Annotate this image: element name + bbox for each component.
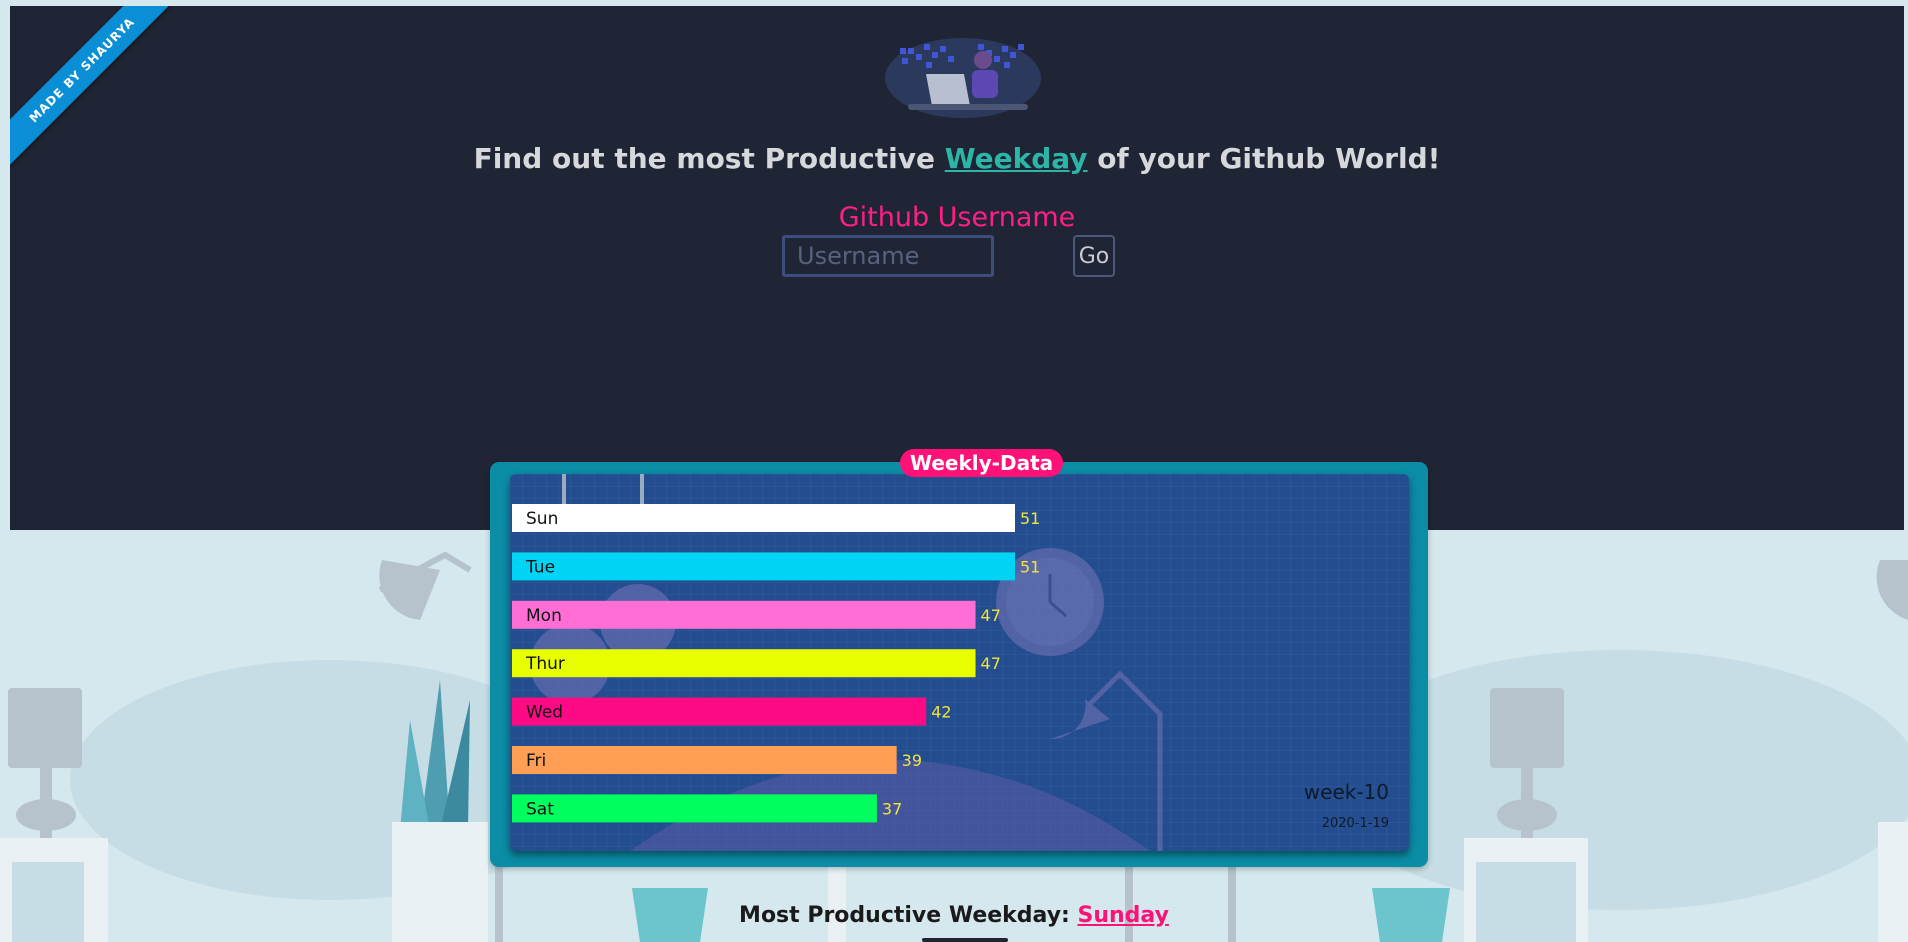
bar-tue <box>512 552 1015 581</box>
bar-fri <box>512 746 897 774</box>
bar-label-sun: Sun <box>526 509 558 529</box>
bar-value-fri: 39 <box>902 751 922 770</box>
weekday-link[interactable]: Weekday <box>945 142 1088 175</box>
week-date: 2020-1-19 <box>1321 816 1389 831</box>
weekly-bar-chart: Sun 51 Tue 51 Mon 47 Thur 47 Wed 42 Fri 39 Sat 37 wee… <box>510 474 1409 851</box>
bar-group-sat: Sat 37 <box>512 794 902 823</box>
bar-label-mon: Mon <box>526 606 562 626</box>
bar-label-sat: Sat <box>526 799 554 819</box>
bar-sat <box>512 794 877 823</box>
bar-mon <box>512 600 976 629</box>
bar-label-wed: Wed <box>526 703 563 723</box>
result-label: Most Productive Weekday: <box>739 903 1078 928</box>
bar-group-tue: Tue 51 <box>512 552 1040 581</box>
weekly-data-title: Weekly-Data <box>900 449 1064 477</box>
username-input[interactable] <box>782 235 994 277</box>
bar-value-sat: 37 <box>882 799 902 818</box>
bar-value-tue: 51 <box>1020 557 1040 576</box>
bar-value-thur: 47 <box>981 654 1001 673</box>
week-label: week-10 <box>1303 780 1389 804</box>
bar-wed <box>512 697 927 726</box>
bar-value-wed: 42 <box>931 703 951 722</box>
most-productive-weekday: Most Productive Weekday: Sunday <box>0 903 1908 928</box>
result-weekday-link[interactable]: Sunday <box>1078 903 1169 928</box>
bar-group-wed: Wed 42 <box>512 697 952 726</box>
developer-at-laptop-illustration <box>885 38 1041 118</box>
bar-group-mon: Mon 47 <box>512 600 1001 629</box>
bar-group-sun: Sun 51 <box>512 504 1040 532</box>
bar-group-fri: Fri 39 <box>512 746 922 774</box>
bar-label-thur: Thur <box>525 654 565 674</box>
bar-thur <box>512 649 976 678</box>
headline-text-end: of your Github World! <box>1087 142 1441 175</box>
bar-chart-svg: Sun 51 Tue 51 Mon 47 Thur 47 Wed 42 Fri 39 Sat 37 <box>510 474 1409 851</box>
username-label: Github Username <box>838 202 1076 233</box>
bar-value-sun: 51 <box>1020 509 1040 528</box>
bar-sun <box>512 504 1015 532</box>
bar-value-mon: 47 <box>981 606 1001 625</box>
page-headline: Find out the most Productive Weekday of … <box>10 142 1904 175</box>
bar-group-thur: Thur 47 <box>512 649 1001 678</box>
bar-label-fri: Fri <box>526 751 546 771</box>
headline-text-start: Find out the most Productive <box>473 142 945 175</box>
bar-label-tue: Tue <box>525 557 555 577</box>
go-button[interactable]: Go <box>1073 235 1115 277</box>
scroll-indicator <box>922 938 1008 942</box>
